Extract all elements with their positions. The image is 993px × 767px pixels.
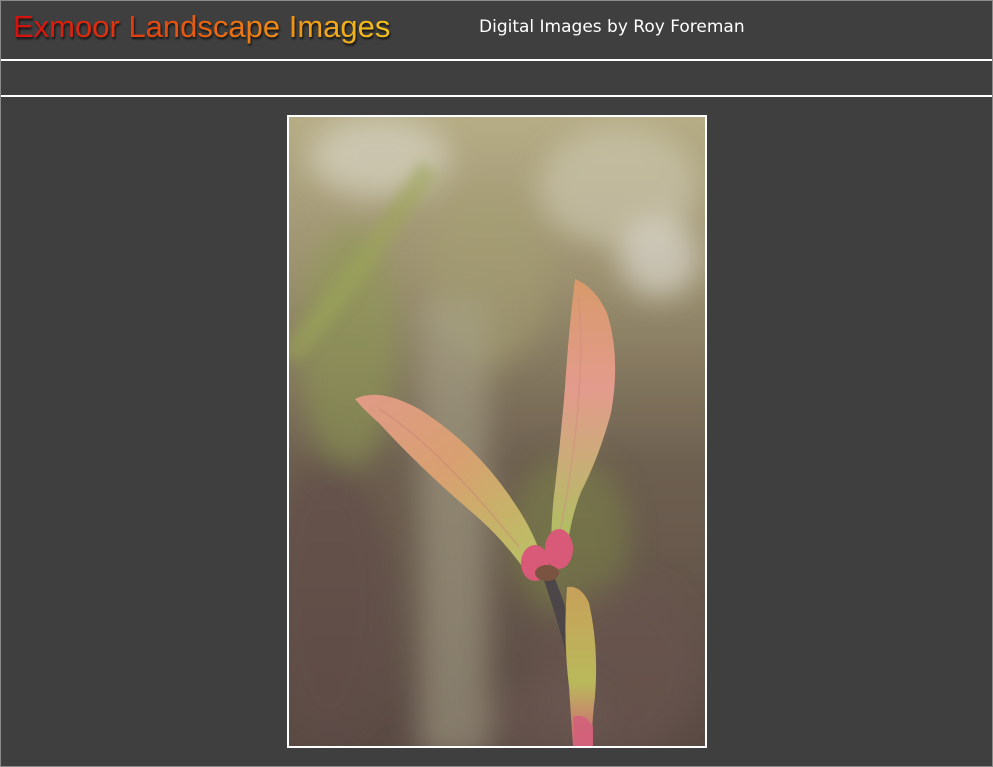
site-title[interactable]: Exmoor Landscape Images — [13, 9, 390, 45]
nav-bar — [1, 61, 992, 95]
site-header: Exmoor Landscape Images Digital Images b… — [1, 1, 992, 59]
main-photo[interactable] — [287, 115, 707, 748]
site-subtitle: Digital Images by Roy Foreman — [479, 17, 745, 37]
photo-image — [289, 117, 705, 746]
nav-divider — [1, 95, 992, 97]
page-frame: Exmoor Landscape Images Digital Images b… — [0, 0, 993, 767]
